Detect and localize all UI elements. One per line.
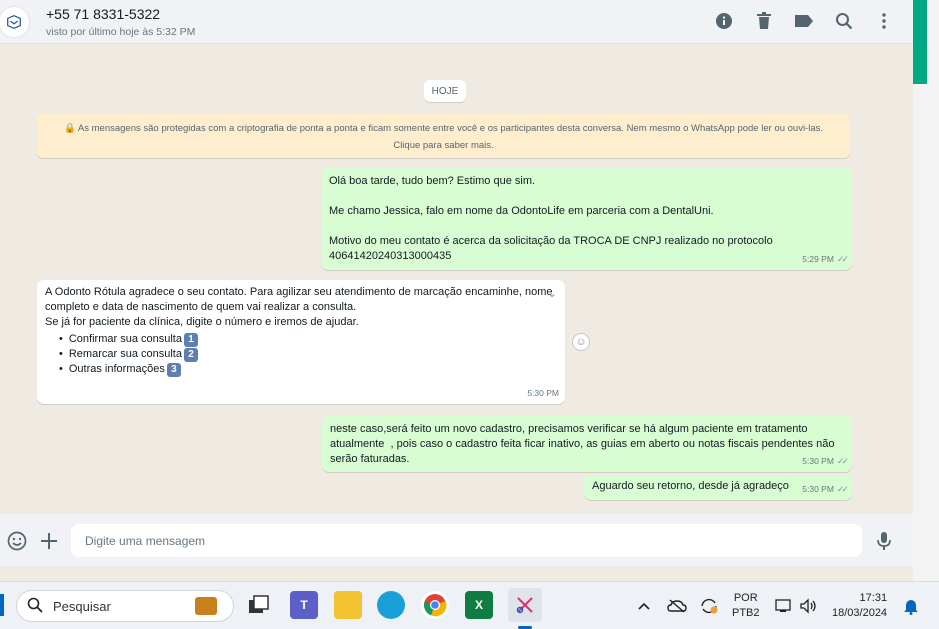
message-meta: 5:29 PM ✓✓: [802, 252, 849, 267]
search-icon[interactable]: [833, 10, 855, 32]
double-check-icon: ✓✓: [836, 484, 849, 494]
logo-icon: [7, 14, 21, 29]
list-item: • Outras informações 3: [59, 362, 557, 377]
contact-status: visto por último hoje às 5:32 PM: [46, 25, 196, 38]
language-indicator[interactable]: POR PTB2: [732, 591, 760, 621]
windows-taskbar: Pesquisar T X POR PTB2 17:31 18/03/2024: [0, 581, 939, 629]
search-label: Pesquisar: [53, 598, 111, 614]
system-clock[interactable]: 17:31 18/03/2024: [832, 591, 887, 621]
emoji-icon[interactable]: [6, 530, 28, 552]
emoji-reaction-icon[interactable]: ☺: [572, 333, 590, 351]
message-text: neste caso,será feito um novo cadastro, …: [330, 423, 838, 465]
double-check-icon: ✓✓: [836, 456, 849, 466]
trash-icon[interactable]: [753, 10, 775, 32]
message-bubble-outgoing[interactable]: neste caso,será feito um novo cadastro, …: [322, 416, 852, 472]
language-code: POR: [733, 592, 758, 604]
message-time: 5:30 PM: [802, 484, 834, 494]
menu-icon[interactable]: [873, 10, 895, 32]
teams-icon[interactable]: T: [290, 591, 318, 619]
search-icon: [27, 597, 43, 616]
clock-date: 18/03/2024: [832, 607, 888, 619]
volume-icon[interactable]: [800, 582, 818, 629]
chrome-icon[interactable]: [421, 591, 449, 619]
network-icon[interactable]: [775, 582, 793, 629]
microphone-icon[interactable]: [873, 530, 895, 552]
header-actions: [713, 10, 895, 32]
day-separator: HOJE: [424, 80, 466, 102]
number-badge: 3: [166, 362, 181, 377]
briefcase-icon: [195, 597, 217, 615]
message-text: A Odonto Rótula agradece o seu contato. …: [45, 286, 553, 328]
clock-time: 17:31: [859, 592, 888, 604]
excel-icon[interactable]: X: [465, 591, 493, 619]
file-explorer-icon[interactable]: [334, 591, 362, 619]
message-bubble-outgoing[interactable]: Aguardo seu retorno, desde já agradeço 5…: [584, 475, 852, 500]
info-icon[interactable]: [713, 10, 735, 32]
option-label: Outras informações: [68, 363, 165, 375]
list-item: • Remarcar sua consulta 2: [59, 347, 557, 362]
message-meta: 5:30 PM ✓✓: [802, 482, 849, 497]
scrollbar-thumb[interactable]: [913, 0, 927, 84]
keyboard-layout: PTB2: [732, 607, 760, 619]
chat-area: HOJE 🔒 As mensagens são protegidas com a…: [0, 44, 913, 514]
chevron-up-icon[interactable]: [637, 582, 651, 629]
encryption-notice-link[interactable]: Clique para saber mais.: [49, 137, 838, 154]
message-composer: [0, 514, 913, 566]
number-badge: 1: [183, 332, 198, 347]
encryption-notice-text: 🔒 As mensagens são protegidas com a crip…: [63, 123, 824, 134]
contact-name: +55 71 8331-5322: [46, 5, 161, 22]
message-text: Olá boa tarde, tudo bem? Estimo que sim.…: [329, 175, 773, 262]
sync-icon[interactable]: [699, 582, 719, 629]
message-meta: 5:30 PM ✓✓: [802, 454, 849, 469]
contact-avatar[interactable]: [0, 5, 30, 38]
onedrive-icon[interactable]: [667, 582, 687, 629]
plus-icon[interactable]: [38, 530, 60, 552]
double-check-icon: ✓✓: [836, 254, 849, 264]
message-meta: 5:30 PM: [527, 386, 559, 401]
list-item: • Confirmar sua consulta 1: [59, 332, 557, 347]
snipping-tool-icon[interactable]: [508, 588, 542, 622]
chat-header: +55 71 8331-5322 visto por último hoje à…: [0, 0, 913, 44]
encryption-notice[interactable]: 🔒 As mensagens são protegidas com a crip…: [37, 114, 850, 158]
edge-icon[interactable]: [377, 591, 405, 619]
notification-bell-icon[interactable]: [903, 582, 919, 629]
message-time: 5:29 PM: [802, 254, 834, 264]
option-label: Confirmar sua consulta: [68, 333, 182, 345]
taskbar-search[interactable]: Pesquisar: [16, 590, 234, 622]
message-time: 5:30 PM: [527, 388, 559, 398]
contact-info[interactable]: +55 71 8331-5322 visto por último hoje à…: [46, 6, 195, 38]
start-edge[interactable]: [0, 594, 4, 616]
number-badge: 2: [183, 347, 198, 362]
message-bubble-outgoing[interactable]: Olá boa tarde, tudo bem? Estimo que sim.…: [321, 168, 852, 270]
chevron-down-icon[interactable]: ⌄: [547, 286, 557, 301]
message-input[interactable]: [71, 524, 862, 557]
option-label: Remarcar sua consulta: [68, 348, 182, 360]
message-bubble-incoming[interactable]: ⌄ A Odonto Rótula agradece o seu contato…: [37, 280, 565, 404]
label-icon[interactable]: [793, 10, 815, 32]
message-time: 5:30 PM: [802, 456, 834, 466]
scrollbar-track[interactable]: [913, 0, 939, 581]
task-view-icon[interactable]: [245, 591, 273, 619]
